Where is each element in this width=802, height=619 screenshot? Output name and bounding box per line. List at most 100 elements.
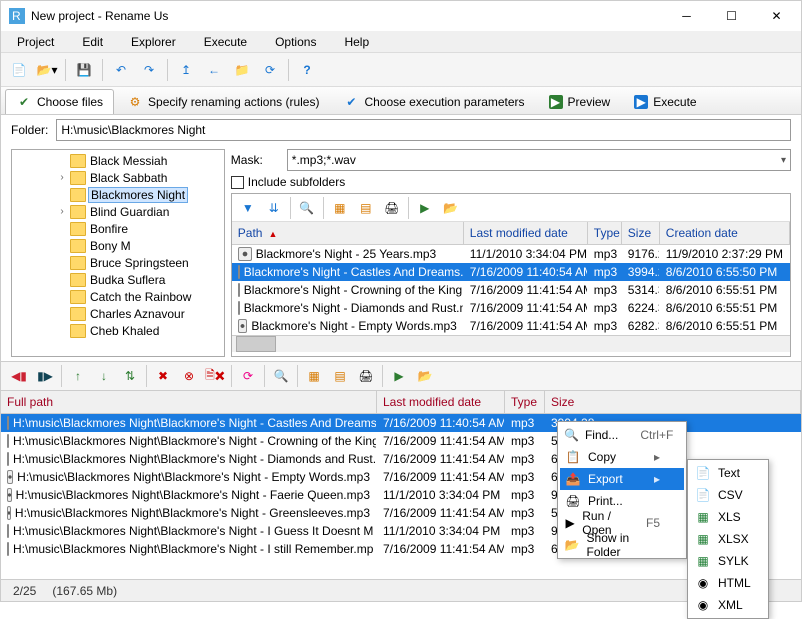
mask-combo[interactable]: *.mp3;*.wav▾ <box>287 149 791 171</box>
check-icon: ✔ <box>16 94 32 110</box>
export-xml[interactable]: ◉XML <box>690 594 766 616</box>
menu-item-find-[interactable]: 🔍Find...Ctrl+F <box>560 424 684 446</box>
sort-button[interactable]: ⇅ <box>118 364 142 388</box>
movedown-button[interactable]: ↓ <box>92 364 116 388</box>
search-button[interactable]: 🔍 <box>295 196 319 220</box>
cols2-button[interactable]: ▦ <box>302 364 326 388</box>
export-html[interactable]: ◉HTML <box>690 572 766 594</box>
add-all-button[interactable]: ⇊ <box>262 196 286 220</box>
folder-input[interactable] <box>56 119 791 141</box>
folder-tree[interactable]: Black Messiah›Black SabbathBlackmores Ni… <box>11 149 225 357</box>
reload-button[interactable]: ⟳ <box>236 364 260 388</box>
tab-execute[interactable]: ▶Execute <box>623 89 707 114</box>
tree-item[interactable]: Cheb Khaled <box>12 322 224 339</box>
folder-button[interactable]: 📁 <box>230 58 254 82</box>
print-button[interactable]: 🖨 <box>380 196 404 220</box>
file-row[interactable]: Blackmore's Night - Empty Words.mp37/16/… <box>232 317 790 335</box>
chevron-down-icon: ▾ <box>781 155 786 166</box>
col-size2[interactable]: Size <box>545 391 801 413</box>
col-type[interactable]: Type <box>588 222 622 244</box>
run2-button[interactable]: ▶ <box>387 364 411 388</box>
tab-preview[interactable]: ▶Preview <box>538 89 622 114</box>
file-row[interactable]: Blackmore's Night - Crowning of the King… <box>232 281 790 299</box>
export-xls[interactable]: ▦XLS <box>690 506 766 528</box>
include-subfolders-checkbox[interactable] <box>231 176 244 189</box>
folder-icon <box>70 307 86 321</box>
menu-execute[interactable]: Execute <box>192 32 259 52</box>
menu-explorer[interactable]: Explorer <box>119 32 188 52</box>
folder-label: Folder: <box>11 123 48 137</box>
maximize-button[interactable]: ☐ <box>709 1 754 31</box>
col-size[interactable]: Size <box>622 222 660 244</box>
opts2-button[interactable]: ▤ <box>328 364 352 388</box>
file-row[interactable]: Blackmore's Night - Diamonds and Rust.m7… <box>232 299 790 317</box>
menu-help[interactable]: Help <box>332 32 381 52</box>
up-button[interactable]: ↥ <box>174 58 198 82</box>
tree-item[interactable]: Budka Suflera <box>12 271 224 288</box>
menu-edit[interactable]: Edit <box>70 32 115 52</box>
tab-choose-files[interactable]: ✔Choose files <box>5 89 114 114</box>
col-mod[interactable]: Last modified date <box>464 222 588 244</box>
tree-item[interactable]: Black Messiah <box>12 152 224 169</box>
moveup-button[interactable]: ↑ <box>66 364 90 388</box>
open-button[interactable]: 📂▾ <box>35 58 59 82</box>
file-row[interactable]: Blackmore's Night - 25 Years.mp311/1/201… <box>232 245 790 263</box>
menu-project[interactable]: Project <box>5 32 66 52</box>
tree-item[interactable]: ›Blind Guardian <box>12 203 224 220</box>
folder2-button[interactable]: 📂 <box>413 364 437 388</box>
tree-item[interactable]: Bonfire <box>12 220 224 237</box>
file-row[interactable]: Blackmore's Night - Castles And Dreams.m… <box>232 263 790 281</box>
removeall-button[interactable]: ⊗ <box>177 364 201 388</box>
grid-opts-button[interactable]: ▤ <box>354 196 378 220</box>
run-button[interactable]: ▶ <box>413 196 437 220</box>
export-xlsx[interactable]: ▦XLSX <box>690 528 766 550</box>
col-mod2[interactable]: Last modified date <box>377 391 505 413</box>
tab-rules[interactable]: ⚙Specify renaming actions (rules) <box>116 89 330 114</box>
app-icon: R <box>9 8 25 24</box>
export-text[interactable]: 📄Text <box>690 462 766 484</box>
tree-item[interactable]: ›Black Sabbath <box>12 169 224 186</box>
export-sylk[interactable]: ▦SYLK <box>690 550 766 572</box>
col-path[interactable]: Path <box>232 222 464 244</box>
last-button[interactable]: ▮▶ <box>33 364 57 388</box>
undo-button[interactable]: ↶ <box>109 58 133 82</box>
save-button[interactable]: 💾 <box>72 58 96 82</box>
tree-item[interactable]: Bony M <box>12 237 224 254</box>
tree-item[interactable]: Catch the Rainbow <box>12 288 224 305</box>
search2-button[interactable]: 🔍 <box>269 364 293 388</box>
selection-grid-header[interactable]: Full path Last modified date Type Size <box>1 391 801 414</box>
menu-item-show-in-folder[interactable]: 📂Show in Folder <box>560 534 684 556</box>
tree-item[interactable]: Charles Aznavour <box>12 305 224 322</box>
col-fullpath[interactable]: Full path <box>1 391 377 413</box>
export-csv[interactable]: 📄CSV <box>690 484 766 506</box>
showfolder-button[interactable]: 📂 <box>439 196 463 220</box>
col-type2[interactable]: Type <box>505 391 545 413</box>
first-button[interactable]: ◀▮ <box>7 364 31 388</box>
menu-icon: 📋 <box>564 450 582 464</box>
removefile-button[interactable]: 🗎✖ <box>203 364 227 388</box>
submenu-arrow-icon: ▸ <box>638 450 660 464</box>
h-scroll[interactable] <box>232 335 790 352</box>
redo-button[interactable]: ↷ <box>137 58 161 82</box>
tree-item[interactable]: Bruce Springsteen <box>12 254 224 271</box>
back-button[interactable]: ← <box>202 58 226 82</box>
close-button[interactable]: ✕ <box>754 1 799 31</box>
help-button[interactable]: ? <box>295 58 319 82</box>
minimize-button[interactable]: ─ <box>664 1 709 31</box>
files-grid-header[interactable]: Path Last modified date Type Size Creati… <box>232 222 790 245</box>
menu-options[interactable]: Options <box>263 32 328 52</box>
menu-item-copy[interactable]: 📋Copy▸ <box>560 446 684 468</box>
mp3-icon <box>238 301 240 315</box>
remove-button[interactable]: ✖ <box>151 364 175 388</box>
refresh-button[interactable]: ⟳ <box>258 58 282 82</box>
svg-text:R: R <box>12 9 21 23</box>
play-icon: ▶ <box>634 95 648 109</box>
new-button[interactable]: 📄 <box>7 58 31 82</box>
print2-button[interactable]: 🖨 <box>354 364 378 388</box>
tree-item[interactable]: Blackmores Night <box>12 186 224 203</box>
menu-item-export[interactable]: 📤Export▸ <box>560 468 684 490</box>
col-created[interactable]: Creation date <box>660 222 790 244</box>
tab-params[interactable]: ✔Choose execution parameters <box>332 89 535 114</box>
grid-cols-button[interactable]: ▦ <box>328 196 352 220</box>
add-sel-button[interactable]: ▼ <box>236 196 260 220</box>
